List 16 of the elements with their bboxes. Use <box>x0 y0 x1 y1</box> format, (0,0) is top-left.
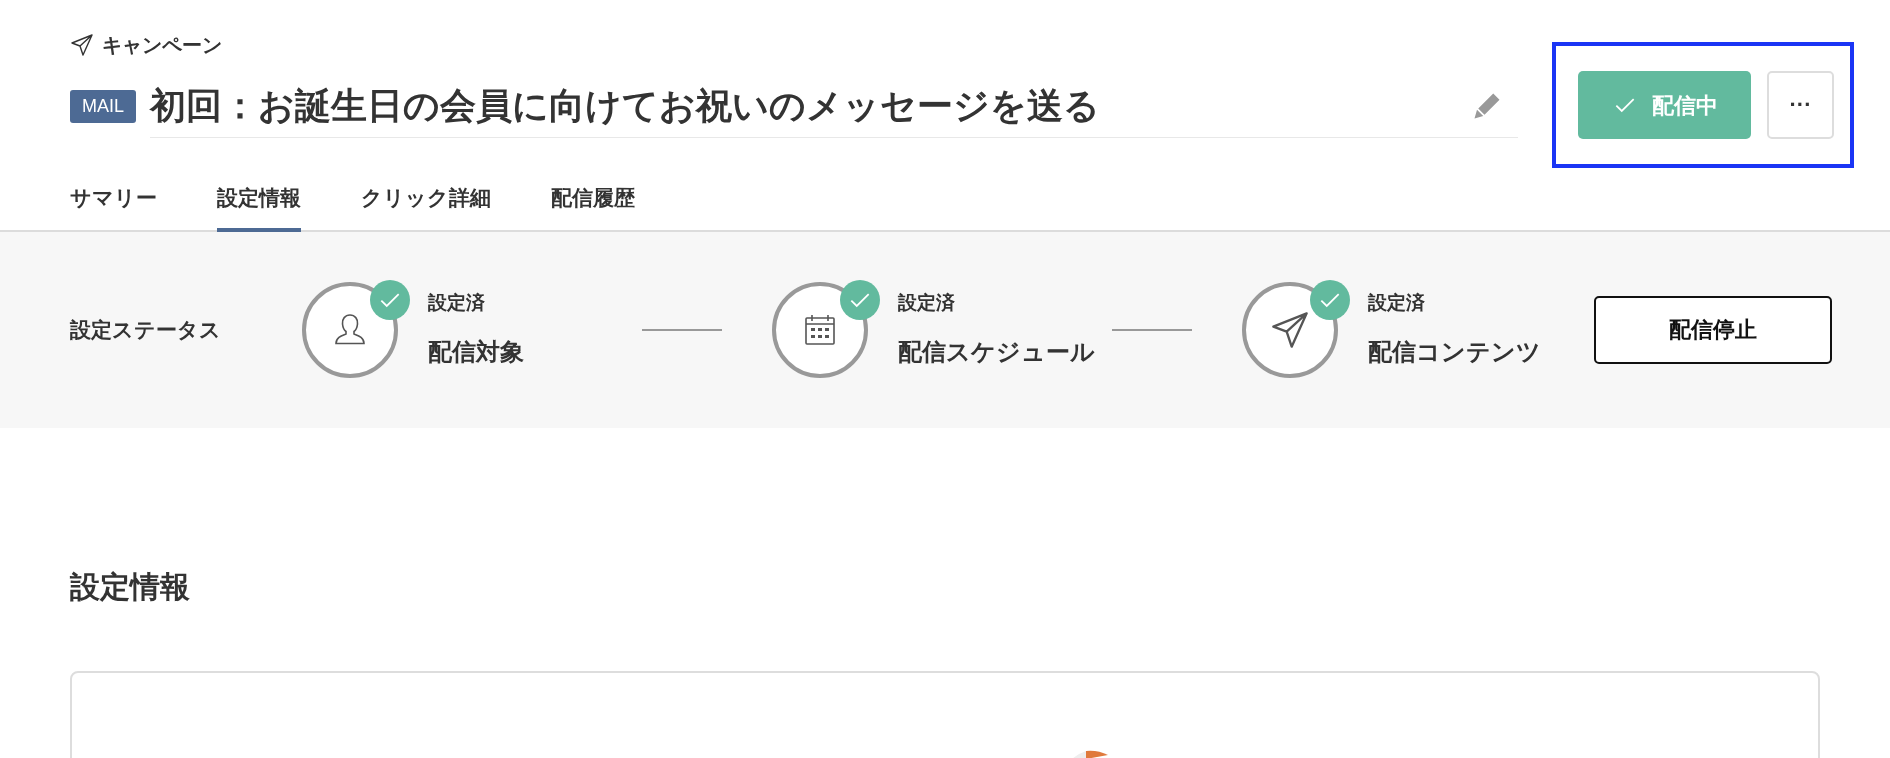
tab[interactable]: 配信履歴 <box>551 174 635 232</box>
step-state: 設定済 <box>1368 291 1426 316</box>
category-label: キャンペーン <box>102 33 222 58</box>
tab[interactable]: クリック詳細 <box>361 174 491 232</box>
step-name: 配信コンテンツ <box>1368 336 1541 367</box>
step-name: 配信対象 <box>428 336 524 367</box>
step-name: 配信スケジュール <box>898 336 1095 367</box>
stop-button[interactable]: 配信停止 <box>1594 295 1832 364</box>
more-button[interactable]: ··· <box>1767 71 1834 139</box>
channel-badge: MAIL <box>70 89 136 123</box>
campaign-title: 初回：お誕生日の会員に向けてお祝いのメッセージを送る <box>150 83 1100 128</box>
step-state: 設定済 <box>428 291 486 316</box>
section-title: 設定情報 <box>70 569 190 603</box>
tab[interactable]: サマリー <box>70 174 157 232</box>
step-state: 設定済 <box>898 291 956 316</box>
status-label: 設定ステータス <box>70 316 222 343</box>
